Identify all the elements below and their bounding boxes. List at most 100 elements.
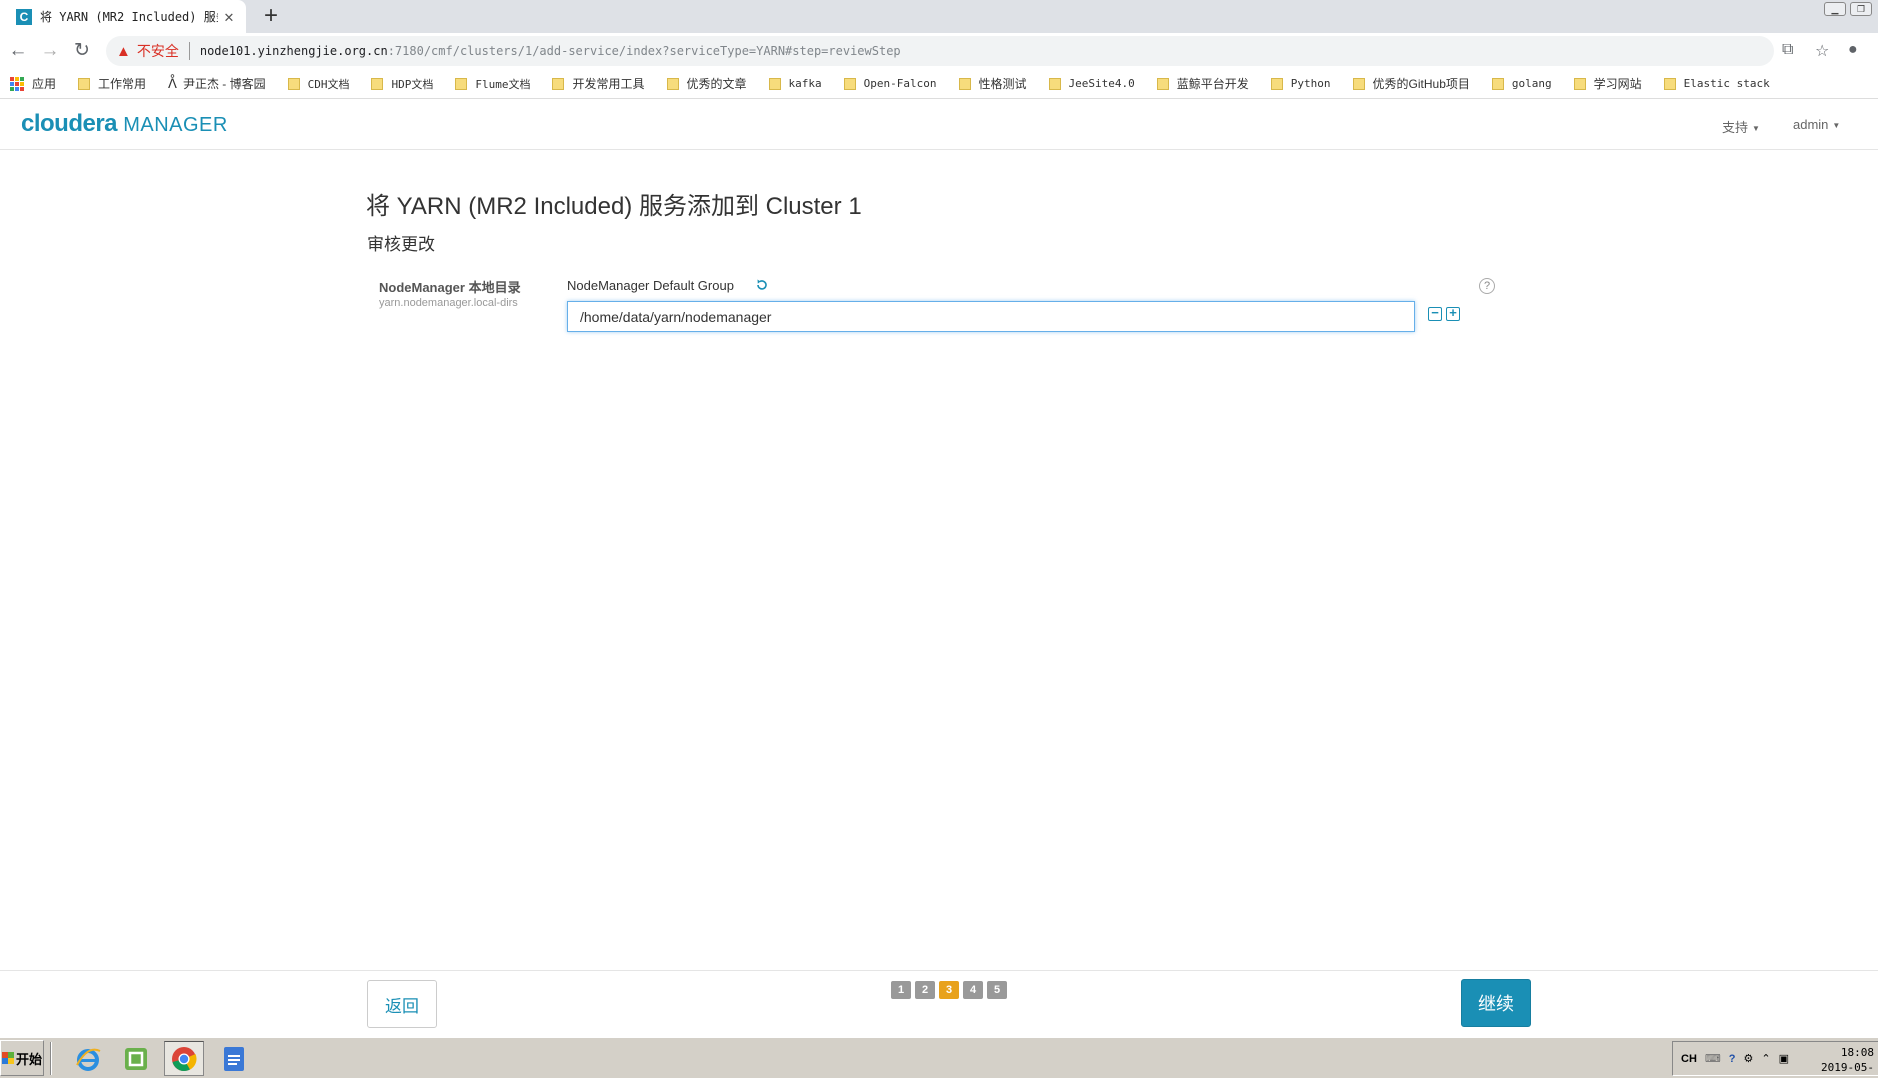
start-button[interactable]: 开始 xyxy=(0,1040,44,1076)
bookmark-label: golang xyxy=(1511,77,1552,90)
reload-icon[interactable]: ↻ xyxy=(70,39,94,63)
bookmark-label: 尹正杰 - 博客园 xyxy=(182,77,266,91)
news-notes-icon[interactable] xyxy=(214,1041,254,1076)
apps-grid-icon xyxy=(10,76,24,91)
back-arrow-icon[interactable]: ← xyxy=(6,39,30,63)
bookmark-label: 应用 xyxy=(32,77,57,91)
support-menu[interactable]: 支持 ▼ xyxy=(1722,117,1760,136)
folder-icon xyxy=(843,77,856,90)
cnblogs-icon: ᐰ xyxy=(168,75,177,91)
input-language-indicator[interactable]: CH xyxy=(1681,1053,1697,1065)
remove-value-button[interactable]: − xyxy=(1428,306,1442,321)
bookmark-label: Python xyxy=(1290,77,1331,90)
bookmark-apps[interactable]: 应用 xyxy=(10,75,56,92)
bookmark-star-icon[interactable]: ☆ xyxy=(1815,41,1829,61)
tray-settings-icon[interactable]: ⚙ xyxy=(1744,1052,1754,1065)
wizard-step: 1 xyxy=(891,981,911,999)
wizard-footer: 返回 1 2 3 4 5 继续 xyxy=(0,970,1878,1036)
nodemanager-local-dir-input[interactable] xyxy=(567,301,1415,332)
bookmark-item[interactable]: Elastic stack xyxy=(1663,77,1770,90)
step-subtitle: 审核更改 xyxy=(367,235,435,254)
bookmark-item[interactable]: CDH文档 xyxy=(287,76,349,92)
bookmark-item[interactable]: Open-Falcon xyxy=(843,77,937,90)
bookmark-item[interactable]: Python xyxy=(1270,77,1331,90)
support-menu-label: 支持 xyxy=(1722,120,1749,135)
bookmark-label: 性格测试 xyxy=(978,77,1027,91)
browser-tab[interactable]: C 将 YARN (MR2 Included) 服务添 ✕ xyxy=(0,0,246,33)
property-label: NodeManager 本地目录 xyxy=(379,280,521,295)
caret-down-icon: ▼ xyxy=(1832,121,1841,131)
bookmark-item[interactable]: golang xyxy=(1491,77,1552,90)
revert-icon[interactable] xyxy=(755,277,769,293)
bookmark-label: Elastic stack xyxy=(1683,77,1770,90)
add-value-button[interactable]: + xyxy=(1446,306,1460,321)
bookmark-label: JeeSite4.0 xyxy=(1068,77,1135,90)
security-status[interactable]: 不安全 xyxy=(137,41,179,61)
bookmark-item[interactable]: kafka xyxy=(768,77,822,90)
bookmark-item[interactable]: 学习网站 xyxy=(1573,75,1642,92)
bookmark-label: kafka xyxy=(788,77,822,90)
translate-icon[interactable]: ⧉ xyxy=(1782,41,1793,59)
clock-date: 2019-05- xyxy=(1821,1061,1874,1074)
restore-window-icon[interactable]: ❐ xyxy=(1850,2,1872,16)
folder-icon xyxy=(1663,77,1676,90)
new-tab-button[interactable]: + xyxy=(256,2,286,30)
cloudera-favicon-icon: C xyxy=(16,8,32,25)
vsphere-client-icon[interactable] xyxy=(116,1041,156,1076)
back-button[interactable]: 返回 xyxy=(367,980,437,1028)
url-host: node101.yinzhengjie.org.cn xyxy=(199,44,388,58)
folder-icon xyxy=(1573,77,1586,90)
chrome-browser-icon[interactable] xyxy=(164,1041,204,1076)
bookmark-item[interactable]: 优秀的GitHub项目 xyxy=(1352,75,1470,92)
continue-button[interactable]: 继续 xyxy=(1461,979,1531,1027)
windows-flag-icon xyxy=(1,1052,14,1064)
window-controls: ▁ ❐ xyxy=(1824,2,1872,16)
address-bar[interactable]: ▲ 不安全 node101.yinzhengjie.org.cn :7180/c… xyxy=(106,36,1774,66)
folder-icon xyxy=(1048,77,1061,90)
bookmark-label: Flume文档 xyxy=(475,77,531,91)
forward-arrow-icon[interactable]: → xyxy=(38,39,62,63)
bookmark-item[interactable]: Flume文档 xyxy=(455,76,530,92)
bookmark-label: HDP文档 xyxy=(391,77,434,91)
bookmark-label: 工作常用 xyxy=(98,77,147,91)
bookmark-label: 优秀的GitHub项目 xyxy=(1372,77,1470,91)
user-menu-label: admin xyxy=(1793,117,1829,132)
keyboard-icon[interactable]: ⌨ xyxy=(1705,1052,1721,1065)
bookmarks-bar: 应用 工作常用 ᐰ 尹正杰 - 博客园 CDH文档 HDP文档 Flume文档 开… xyxy=(0,69,1878,99)
url-path: :7180/cmf/clusters/1/add-service/index?s… xyxy=(387,44,901,58)
cloudera-manager-logo[interactable]: cloudera MANAGER xyxy=(21,110,228,138)
clock-time: 18:08 xyxy=(1840,1046,1874,1059)
close-tab-icon[interactable]: ✕ xyxy=(218,7,240,26)
folder-icon xyxy=(1270,77,1283,90)
bookmark-item[interactable]: 性格测试 xyxy=(958,75,1027,92)
network-icon[interactable]: ▣ xyxy=(1779,1052,1789,1065)
bookmark-item[interactable]: JeeSite4.0 xyxy=(1048,77,1135,90)
bookmark-item[interactable]: 工作常用 xyxy=(78,75,146,92)
page-title: 将 YARN (MR2 Included) 服务添加到 Cluster 1 xyxy=(366,193,862,220)
profile-avatar-icon[interactable]: ● xyxy=(1848,41,1858,59)
bookmark-label: 学习网站 xyxy=(1593,77,1642,91)
tab-title: 将 YARN (MR2 Included) 服务添 xyxy=(40,10,218,24)
folder-icon xyxy=(455,77,468,90)
folder-icon xyxy=(1156,77,1169,90)
system-clock[interactable]: 18:08 2019-05- xyxy=(1821,1045,1874,1075)
browser-tab-strip: C 将 YARN (MR2 Included) 服务添 ✕ + ▁ ❐ xyxy=(0,0,1878,33)
bookmark-item[interactable]: 优秀的文章 xyxy=(666,75,747,92)
minimize-window-icon[interactable]: ▁ xyxy=(1824,2,1846,16)
show-hidden-icons-icon[interactable]: ⌃ xyxy=(1761,1052,1770,1065)
bookmark-item[interactable]: 蓝鲸平台开发 xyxy=(1156,75,1249,92)
help-icon[interactable]: ? xyxy=(1479,278,1495,294)
caret-down-icon: ▼ xyxy=(1752,124,1760,134)
folder-icon xyxy=(1491,77,1504,90)
help-tray-icon[interactable]: ? xyxy=(1729,1053,1736,1065)
folder-icon xyxy=(287,77,300,90)
bookmark-item[interactable]: 开发常用工具 xyxy=(552,75,645,92)
browser-toolbar: ← → ↻ ▲ 不安全 node101.yinzhengjie.org.cn :… xyxy=(0,33,1878,69)
logo-brand: cloudera xyxy=(21,110,118,137)
folder-icon xyxy=(768,77,781,90)
internet-explorer-icon[interactable] xyxy=(68,1041,108,1076)
bookmark-item[interactable]: HDP文档 xyxy=(371,76,433,92)
os-taskbar: 开始 CH ⌨ ? ⚙ ⌃ ▣ 18:08 2019-05- xyxy=(0,1037,1878,1078)
bookmark-item[interactable]: ᐰ 尹正杰 - 博客园 xyxy=(168,75,266,92)
user-menu[interactable]: admin ▼ xyxy=(1793,117,1840,132)
